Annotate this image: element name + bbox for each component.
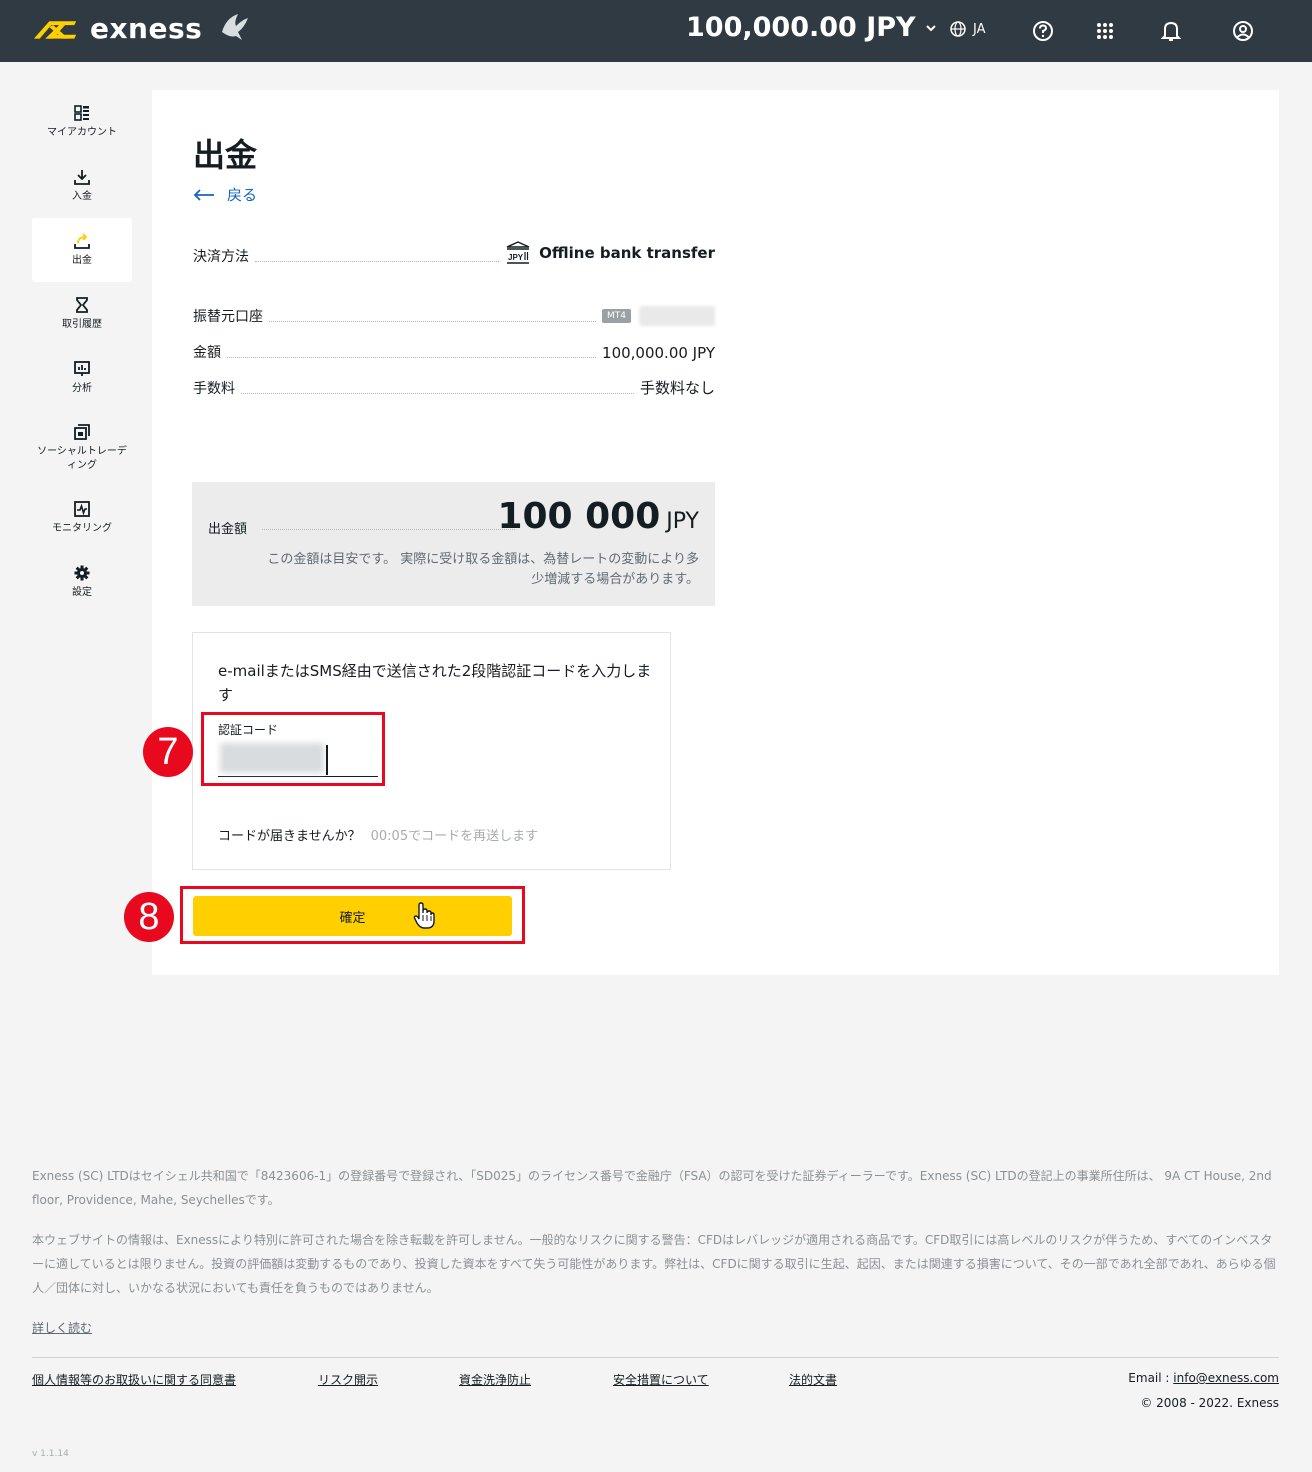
help-icon [1033, 21, 1053, 41]
source-account-row: 振替元口座 MT4 [193, 304, 715, 326]
help-button[interactable] [1030, 18, 1056, 44]
exness-logo[interactable]: exness [32, 12, 202, 45]
sidebar-item-label: 出金 [72, 254, 92, 266]
footer-copyright: © 2008 - 2022. Exness [1140, 1396, 1279, 1410]
download-icon [74, 169, 90, 185]
fee-label: 手数料 [193, 381, 235, 397]
language-selector[interactable]: JA [949, 20, 986, 38]
resend-question: コードが届きませんか？ [218, 829, 361, 844]
email-link[interactable]: info@exness.com [1173, 1371, 1279, 1385]
gear-icon [74, 565, 90, 580]
amount-label: 金額 [193, 345, 221, 361]
footer-link-aml[interactable]: 資金洗浄防止 [459, 1371, 531, 1388]
language-label: JA [973, 21, 986, 37]
sidebar-item-withdraw[interactable]: 出金 [32, 218, 132, 282]
method-label: 決済方法 [193, 249, 249, 265]
bell-icon [1161, 21, 1181, 41]
sidebar-item-label: 取引履歴 [62, 318, 102, 330]
sidebar-item-label: ソーシャルトレーディング [37, 445, 127, 471]
footer-link-security[interactable]: 安全措置について [613, 1371, 709, 1388]
account-label: 振替元口座 [193, 309, 263, 325]
withdraw-icon [74, 232, 90, 249]
withdraw-amount-value: 100 000 JPY [497, 496, 699, 537]
analytics-icon [74, 360, 90, 376]
user-icon [1233, 21, 1253, 41]
footer-link-risk[interactable]: リスク開示 [318, 1371, 378, 1388]
hourglass-icon [76, 296, 88, 313]
sidebar-item-deposit[interactable]: 入金 [32, 154, 132, 218]
notifications-button[interactable] [1158, 18, 1184, 44]
withdraw-amount-number: 100 000 [497, 496, 661, 537]
sidebar-item-analytics[interactable]: 分析 [32, 346, 132, 410]
sidebar-item-label: 分析 [72, 382, 92, 394]
footer-risk-warning: 本ウェブサイトの情報は、Exnessにより特別に許可された場合を除き転載を許可し… [32, 1233, 1276, 1295]
top-header: exness 100,000.00 JPY JA [0, 0, 1312, 62]
profile-button[interactable] [1230, 18, 1256, 44]
estimate-note: この金額は目安です。 実際に受け取る金額は、為替レートの変動により多少増減する場… [267, 552, 699, 587]
hand-cursor-icon [413, 902, 435, 929]
withdraw-amount-label: 出金額 [208, 522, 248, 537]
footer-link-legal[interactable]: 法的文書 [789, 1371, 837, 1388]
sidebar-item-label: 入金 [72, 190, 92, 202]
balance-dropdown[interactable]: 100,000.00 JPY [686, 12, 938, 43]
social-trading-icon [74, 423, 90, 440]
fee-row: 手数料 手数料なし [193, 376, 715, 398]
step-8-badge: 8 [124, 892, 174, 942]
mt4-badge: MT4 [602, 309, 631, 323]
balance-value: 100,000.00 JPY [686, 12, 916, 43]
confirm-label: 確定 [339, 910, 366, 926]
arrow-left-icon [193, 188, 214, 201]
read-more-link[interactable]: 詳しく読む [32, 1316, 92, 1340]
monitoring-icon [74, 500, 90, 517]
email-label: Email : [1128, 1371, 1170, 1385]
back-link[interactable]: 戻る [193, 184, 257, 205]
otp-instructions: e-mailまたはSMS経由で送信された2段階認証コードを入力します [218, 662, 652, 704]
footer-link-privacy[interactable]: 個人情報等のお取扱いに関する同意書 [32, 1371, 236, 1388]
bank-jpy-label: JPY [508, 253, 524, 262]
amount-value: 100,000.00 JPY [602, 344, 715, 362]
step-7-badge: 7 [143, 727, 193, 777]
sidebar-item-social-trading[interactable]: ソーシャルトレーディング [32, 410, 132, 486]
sidebar-item-settings[interactable]: 設定 [32, 550, 132, 614]
step-7-highlight [201, 712, 385, 786]
back-label: 戻る [227, 186, 258, 204]
chevron-down-icon [925, 24, 936, 31]
account-number-redacted [639, 306, 715, 326]
bank-jpy-icon: JPY [506, 241, 530, 264]
fee-value: 手数料なし [639, 379, 715, 397]
logo-text: exness [90, 12, 203, 45]
version-label: v 1.1.14 [32, 1449, 69, 1459]
sidebar-item-label: モニタリング [52, 522, 112, 534]
withdraw-amount-box: 出金額 100 000 JPY この金額は目安です。 実際に受け取る金額は、為替レ… [192, 482, 715, 606]
dove-icon [222, 14, 248, 40]
page-title: 出金 [193, 136, 258, 174]
method-value: Offline bank transfer [539, 244, 715, 262]
dashboard-icon [74, 104, 89, 121]
sidebar-item-monitoring[interactable]: モニタリング [32, 486, 132, 550]
payment-method-row: 決済方法 JPY Offline bank transfer [193, 236, 715, 266]
withdraw-currency: JPY [666, 509, 699, 534]
footer-divider [32, 1357, 1279, 1358]
sidebar-nav: マイアカウント 入金 出金 取引履歴 分析 ソーシャルトレーディング モニタリン… [32, 90, 132, 614]
apps-grid-icon [1097, 23, 1113, 39]
sidebar-item-label: 設定 [72, 586, 92, 598]
globe-icon [950, 21, 966, 37]
apps-button[interactable] [1092, 18, 1118, 44]
footer-email: Email : info@exness.com [1128, 1371, 1279, 1385]
amount-row: 金額 100,000.00 JPY [193, 340, 715, 362]
sidebar-item-label: マイアカウント [47, 126, 117, 138]
footer-company-info: Exness (SC) LTDはセイシェル共和国で「8423606-1」の登録番… [32, 1169, 1272, 1207]
sidebar-item-history[interactable]: 取引履歴 [32, 282, 132, 346]
resend-timer: 00:05でコードを再送します [370, 829, 539, 844]
resend-row: コードが届きませんか？ 00:05でコードを再送します [218, 825, 538, 844]
sidebar-item-my-account[interactable]: マイアカウント [32, 90, 132, 154]
confirm-button[interactable]: 確定 [193, 896, 512, 936]
exness-logo-mark-icon [33, 20, 77, 39]
